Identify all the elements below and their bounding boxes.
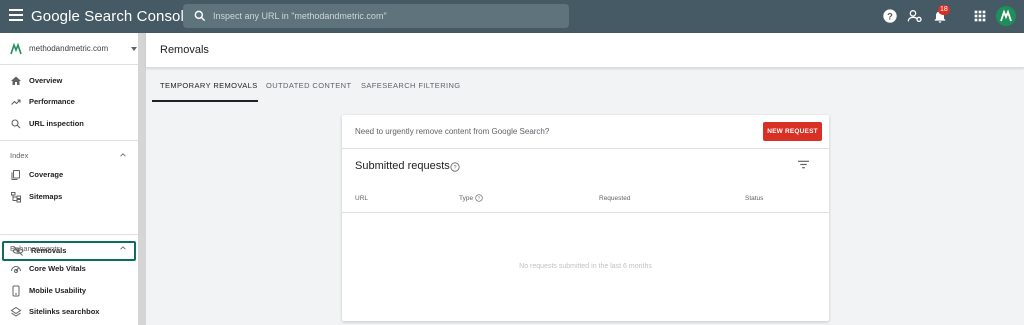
help-icon[interactable]: ? xyxy=(882,8,898,24)
sidebar-item-sitemaps[interactable]: Sitemaps xyxy=(0,187,138,207)
sidebar-item-core-web-vitals[interactable]: Core Web Vitals xyxy=(0,259,138,279)
sidebar-item-label: Core Web Vitals xyxy=(29,264,86,273)
sidebar-item-overview[interactable]: Overview xyxy=(0,71,138,91)
sidebar-item-sitelinks-searchbox[interactable]: Sitelinks searchbox xyxy=(0,302,138,322)
help-circle-icon[interactable]: ? xyxy=(475,194,483,202)
search-icon xyxy=(11,119,21,129)
sidebar-item-label: Coverage xyxy=(29,170,64,179)
column-header-status[interactable]: Status xyxy=(745,195,763,202)
column-header-url[interactable]: URL xyxy=(355,195,368,202)
tab-bar: TEMPORARY REMOVALS OUTDATED CONTENT SAFE… xyxy=(146,69,1024,102)
coverage-icon xyxy=(11,170,20,180)
card-top-bar: Need to urgently remove content from Goo… xyxy=(342,115,829,149)
svg-text:?: ? xyxy=(478,196,481,201)
sidebar-item-label: Performance xyxy=(29,97,75,106)
menu-icon[interactable] xyxy=(9,9,23,23)
help-circle-icon[interactable]: ? xyxy=(450,162,460,172)
page-title: Removals xyxy=(160,44,209,56)
property-name: methodandmetric.com xyxy=(29,44,109,53)
sidebar-scrollbar[interactable] xyxy=(138,33,146,325)
account-avatar[interactable] xyxy=(996,6,1016,26)
sidebar-item-label: URL inspection xyxy=(29,119,84,128)
top-bar: Google Search Console ? 18 xyxy=(0,0,1024,33)
gauge-icon xyxy=(11,266,21,273)
active-tab-indicator xyxy=(152,100,258,102)
url-inspection-search[interactable] xyxy=(183,4,569,28)
search-icon xyxy=(194,10,206,22)
home-icon xyxy=(11,76,21,85)
sidebar: methodandmetric.com Overview Performance… xyxy=(0,33,146,325)
sidebar-item-label: Sitemaps xyxy=(29,192,63,201)
sidebar-item-coverage[interactable]: Coverage xyxy=(0,165,138,185)
section-label-index: Index xyxy=(10,151,29,160)
sidebar-item-label: Sitelinks searchbox xyxy=(29,307,100,316)
layers-icon xyxy=(10,306,22,317)
phone-icon xyxy=(12,285,20,297)
sidebar-item-url-inspection[interactable]: URL inspection xyxy=(0,114,138,134)
table-header-divider xyxy=(342,212,829,213)
sidebar-item-label: Overview xyxy=(29,76,63,85)
caret-down-icon xyxy=(131,47,137,51)
property-logo-icon xyxy=(10,43,22,55)
tab-temporary-removals[interactable]: TEMPORARY REMOVALS xyxy=(160,81,258,90)
sidebar-item-performance[interactable]: Performance xyxy=(0,92,138,112)
sitemap-icon xyxy=(11,192,21,203)
column-header-type[interactable]: Type xyxy=(459,195,473,202)
chevron-up-icon[interactable] xyxy=(120,245,126,251)
sidebar-divider xyxy=(0,140,138,141)
account-logo-icon xyxy=(1000,9,1012,22)
column-header-requested[interactable]: Requested xyxy=(599,195,630,202)
page-header: Removals xyxy=(146,33,1024,68)
submitted-requests-heading: Submitted requests xyxy=(355,160,450,172)
app-title: Google Search Console xyxy=(31,8,193,25)
trending-up-icon xyxy=(11,99,21,105)
filter-icon[interactable] xyxy=(798,160,809,169)
svg-text:?: ? xyxy=(887,11,893,21)
sidebar-item-label: Mobile Usability xyxy=(29,286,87,295)
chevron-up-icon[interactable] xyxy=(120,152,126,158)
section-label-enhancements: Enhancements xyxy=(10,244,61,253)
sidebar-item-mobile-usability[interactable]: Mobile Usability xyxy=(0,281,138,301)
notification-count-badge: 18 xyxy=(938,5,950,15)
svg-text:?: ? xyxy=(453,165,456,171)
sidebar-divider xyxy=(0,234,138,235)
apps-grid-icon[interactable] xyxy=(972,8,988,24)
removals-card: Need to urgently remove content from Goo… xyxy=(342,115,829,321)
tab-safesearch-filtering[interactable]: SAFESEARCH FILTERING xyxy=(361,81,461,90)
search-input[interactable] xyxy=(213,6,553,26)
property-selector[interactable]: methodandmetric.com xyxy=(0,33,138,65)
removal-prompt-text: Need to urgently remove content from Goo… xyxy=(355,127,550,136)
new-request-button[interactable]: NEW REQUEST xyxy=(763,122,822,141)
tab-outdated-content[interactable]: OUTDATED CONTENT xyxy=(266,81,351,90)
empty-state-message: No requests submitted in the last 6 mont… xyxy=(519,263,652,270)
manage-users-icon[interactable] xyxy=(907,8,923,24)
